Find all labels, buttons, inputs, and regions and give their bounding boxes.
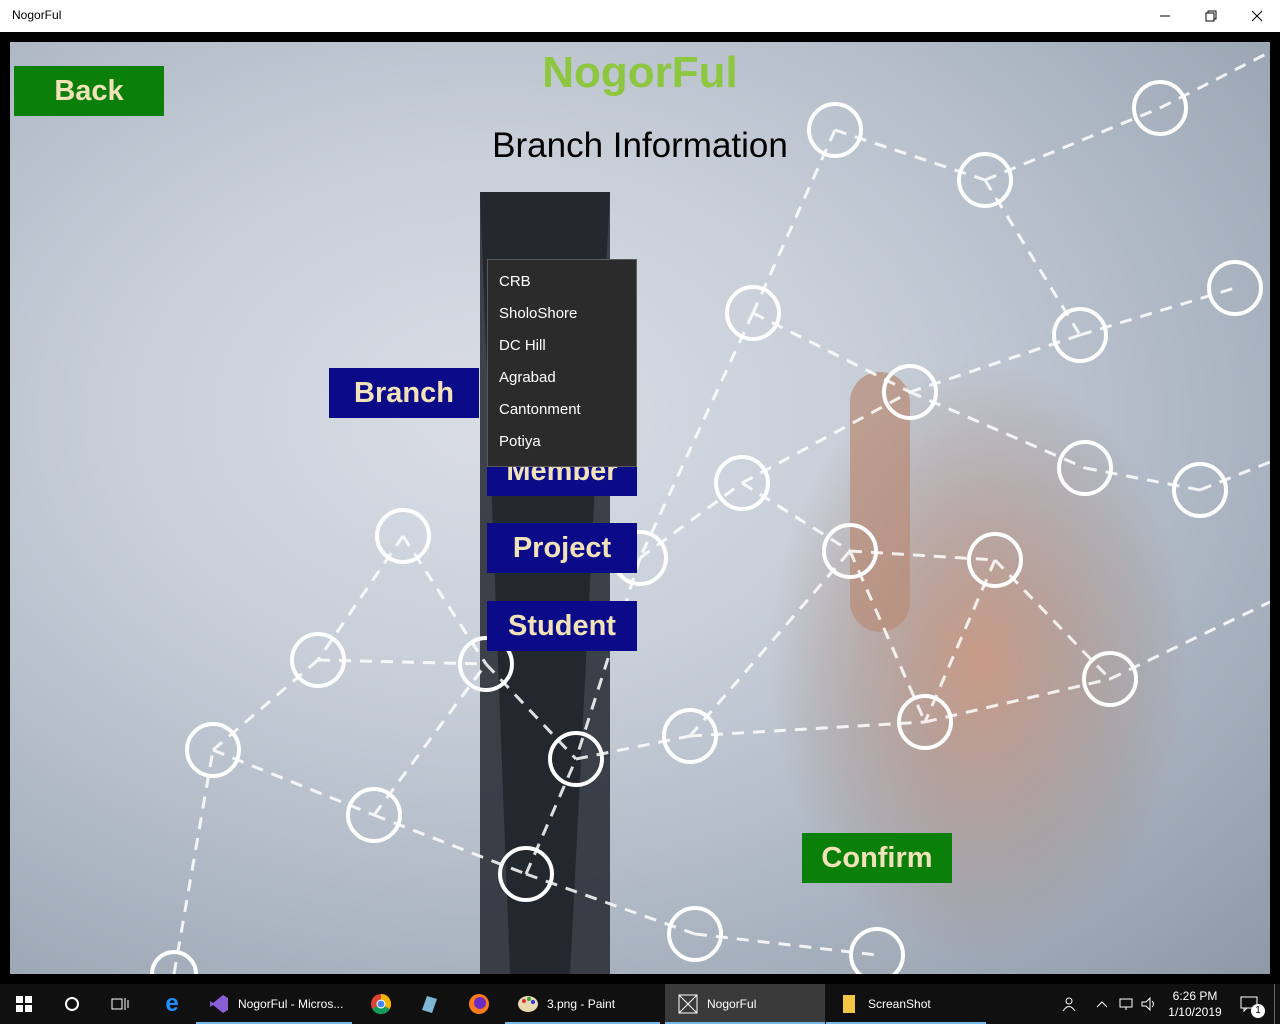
- notes-app-button[interactable]: [405, 984, 453, 1024]
- branch-option-agrabad[interactable]: Agrabad: [488, 362, 636, 394]
- clock-time: 6:26 PM: [1172, 989, 1218, 1003]
- taskbar-app-screanshot[interactable]: ScreanShot: [826, 984, 986, 1024]
- taskbar: e NogorFul - Micros... 3.png - Paint Nog…: [0, 984, 1280, 1024]
- branch-option-sholoshore[interactable]: SholoShore: [488, 298, 636, 330]
- restore-icon: [1205, 10, 1217, 22]
- app-canvas: NogorFul Branch Information Back Branch …: [10, 42, 1270, 974]
- people-button[interactable]: [1054, 984, 1082, 1024]
- branch-option-potiya[interactable]: Potiya: [488, 426, 636, 458]
- window-title: NogorFul: [12, 8, 62, 22]
- network-icon: [1119, 998, 1133, 1010]
- speaker-icon: [1141, 997, 1154, 1011]
- action-center-button[interactable]: 1: [1234, 984, 1265, 1024]
- branch-option-dc-hill[interactable]: DC Hill: [488, 330, 636, 362]
- taskbar-app-label: ScreanShot: [868, 997, 931, 1011]
- project-button[interactable]: Project: [487, 523, 637, 573]
- network-background-image: [150, 50, 1270, 974]
- taskbar-app-visual-studio[interactable]: NogorFul - Micros...: [196, 984, 352, 1024]
- chrome-button[interactable]: [357, 984, 405, 1024]
- people-icon: [1062, 997, 1076, 1012]
- taskbar-app-nogorful[interactable]: NogorFul: [665, 984, 825, 1024]
- app-title: NogorFul: [542, 48, 738, 97]
- visual-studio-icon: [208, 993, 230, 1015]
- task-view-icon: [111, 998, 129, 1010]
- notification-count-badge: 1: [1251, 1004, 1265, 1018]
- notes-app-icon: [422, 996, 437, 1013]
- branch-option-crb[interactable]: CRB: [488, 266, 636, 298]
- close-button[interactable]: [1234, 0, 1280, 32]
- close-icon: [1251, 10, 1263, 22]
- firefox-button[interactable]: [455, 984, 503, 1024]
- branch-dropdown-list: CRB SholoShore DC Hill Agrabad Cantonmen…: [487, 259, 637, 467]
- chevron-up-icon: [1096, 1001, 1108, 1008]
- page-title: Branch Information: [492, 126, 788, 165]
- cortana-circle-icon: [65, 997, 79, 1011]
- minimize-button[interactable]: [1142, 0, 1188, 32]
- taskbar-app-label: NogorFul: [707, 997, 757, 1011]
- firefox-icon: [469, 994, 489, 1014]
- taskbar-clock[interactable]: 6:26 PM 1/10/2019: [1160, 988, 1230, 1020]
- chrome-icon: [371, 993, 392, 1015]
- network-button[interactable]: [1114, 984, 1138, 1024]
- taskbar-app-label: 3.png - Paint: [547, 997, 616, 1011]
- app-window-icon: [677, 993, 699, 1015]
- windows-logo-icon: [16, 996, 32, 1012]
- restore-button[interactable]: [1188, 0, 1234, 32]
- start-button[interactable]: [0, 984, 48, 1024]
- show-hidden-icons-button[interactable]: [1090, 984, 1114, 1024]
- volume-button[interactable]: [1138, 984, 1160, 1024]
- branch-button[interactable]: Branch: [329, 368, 479, 418]
- window-titlebar: NogorFul: [0, 0, 1280, 32]
- folder-icon: [838, 993, 860, 1015]
- edge-icon: e: [165, 990, 179, 1017]
- paint-palette-icon: [517, 993, 539, 1015]
- taskbar-app-paint[interactable]: 3.png - Paint: [505, 984, 660, 1024]
- clock-date: 1/10/2019: [1168, 1005, 1222, 1019]
- task-view-button[interactable]: [96, 984, 144, 1024]
- search-button[interactable]: [48, 984, 96, 1024]
- edge-browser-button[interactable]: e: [148, 984, 196, 1024]
- back-button[interactable]: Back: [14, 66, 164, 116]
- student-button[interactable]: Student: [487, 601, 637, 651]
- show-desktop-button[interactable]: [1274, 984, 1275, 1024]
- confirm-button[interactable]: Confirm: [802, 833, 952, 883]
- taskbar-app-label: NogorFul - Micros...: [238, 997, 344, 1011]
- minimize-icon: [1160, 15, 1170, 17]
- branch-option-cantonment[interactable]: Cantonment: [488, 394, 636, 426]
